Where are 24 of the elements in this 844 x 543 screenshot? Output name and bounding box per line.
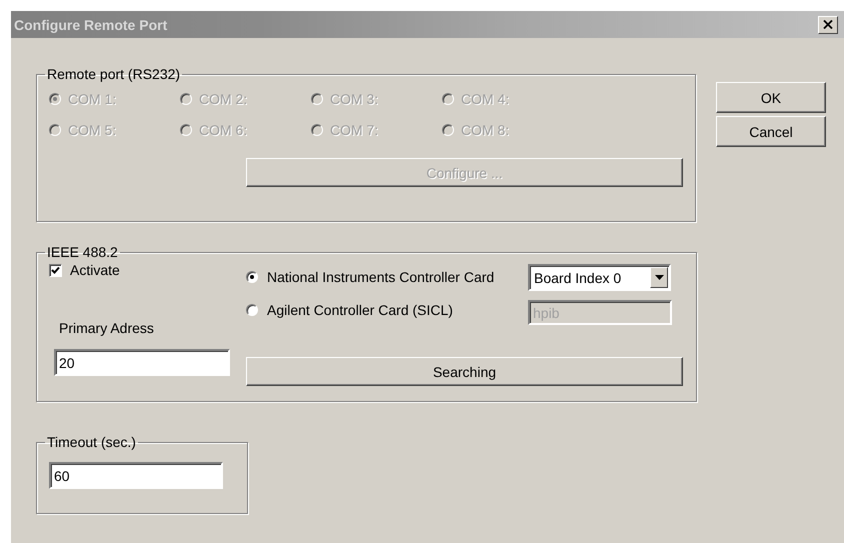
radio-button[interactable]	[246, 270, 258, 282]
group-label: IEEE 488.2	[46, 244, 119, 260]
group-label: Timeout (sec.)	[46, 434, 137, 450]
checkbox[interactable]	[49, 264, 62, 276]
caret-icon	[654, 275, 664, 280]
radio-option[interactable]: Agilent Controller Card (SICL)	[246, 299, 528, 320]
primary-address-field[interactable]: 20	[54, 349, 230, 376]
radio-label: Agilent Controller Card (SICL)	[267, 302, 453, 318]
timeout-field[interactable]: 60	[49, 462, 223, 489]
dropdown-button[interactable]	[650, 267, 668, 288]
dialog-button[interactable]: Cancel	[716, 116, 826, 147]
check-icon	[51, 266, 60, 274]
radio-option[interactable]: National Instruments Controller Card	[246, 266, 528, 287]
radio-button[interactable]	[246, 304, 258, 316]
searching-button[interactable]: Searching	[246, 357, 683, 386]
board-index-dropdown[interactable]: Board Index 0	[528, 264, 671, 291]
dialog-button[interactable]: OK	[716, 82, 826, 113]
field-label: Primary Adress	[59, 320, 155, 336]
window-title: Configure Remote Port	[14, 16, 168, 32]
close-button[interactable]	[818, 16, 838, 34]
close-icon	[823, 20, 833, 29]
radio-label: National Instruments Controller Card	[267, 268, 494, 284]
checkbox-label: Activate	[70, 262, 120, 278]
group-label: Remote port (RS232)	[46, 66, 182, 82]
